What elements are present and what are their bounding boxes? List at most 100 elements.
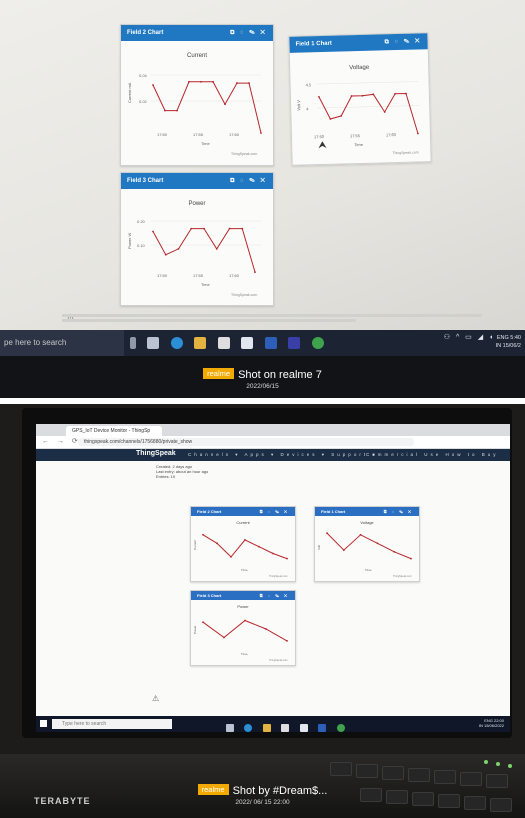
panel-title: Field 1 Chart [295,40,332,48]
y-tick: 0.04 [139,73,148,78]
taskbar-search-input[interactable]: pe here to search [0,330,124,356]
data-point [216,542,218,545]
app-icon[interactable] [318,724,327,732]
system-tray[interactable]: ⚇ ^ ▭ ◢ ◖ ENG 5:40 IN 15/06/2 [444,334,521,350]
teams-icon[interactable] [288,337,301,349]
x-tick: 17:60 [386,132,397,137]
panel-actions-icons[interactable]: ⧉ ◌ ✎ ✕ [260,591,289,600]
data-point [359,533,362,536]
mail-icon[interactable] [241,337,254,349]
panel-actions-icons[interactable]: ⧉ ◌ ✎ ✕ [384,507,413,516]
voltage-chart: Voltage Volt Time ThingSpeak.com [317,520,412,578]
chart-title: Current [187,53,207,59]
realme-brand-badge: realme [197,784,229,795]
y-tick: 4 [306,106,309,111]
browser-toolbar: ← → ⟳ thingspeak.com/channels/1756880/pr… [36,436,510,449]
watermark-text: Shot on realme 7 [238,369,322,381]
chart-credit: ThingSpeak.com [231,152,257,156]
chart-credit: ThingSpeak.com [393,575,412,578]
panel-title: Field 3 Chart [197,593,222,598]
app-icon[interactable] [264,337,277,349]
taskbar-search-input[interactable]: Type here to search [52,719,172,729]
data-point [393,550,396,553]
panel-title: Field 2 Chart [197,509,222,514]
chart-title: Current [236,520,250,525]
chrome-icon[interactable] [336,724,345,732]
data-point [361,94,364,97]
mouse-cursor-icon: ⮝ [318,140,327,151]
browser-tab[interactable]: GPS_IoT Device Monitor - ThingSp [66,426,162,436]
data-point [176,109,178,112]
nav-arrows-icon[interactable]: ← → ⟳ [42,437,81,445]
data-point [202,621,204,624]
x-tick: 17:55 [193,132,204,137]
x-tick: 17:50 [314,134,325,139]
realme-brand-badge: realme [203,368,235,379]
address-bar[interactable]: thingspeak.com/channels/1756880/private_… [78,438,414,446]
x-tick: 17:50 [157,132,168,137]
data-point [236,82,238,84]
chart-credit: ThingSpeak.com [269,575,288,578]
x-axis-label: Time [354,142,364,147]
series-line [326,532,412,560]
data-point [164,253,167,256]
data-point [244,619,246,622]
panel-actions-icons[interactable]: ⧉ ◌ ✎ ✕ [230,173,267,189]
browser-tab-strip: GPS_IoT Device Monitor - ThingSp [36,424,510,436]
x-tick: 17:50 [157,273,168,278]
data-point [230,556,232,558]
thingspeak-menu[interactable]: Channels ▾ Apps ▾ Devices ▾ Support ▾ [188,452,378,458]
panel-title: Field 2 Chart [127,30,164,36]
system-tray[interactable]: ENG 22:00 IN 15/06/2022 [479,718,504,728]
file-explorer-icon[interactable] [194,337,207,349]
voltage-chart: Voltage Volt V 4.5 4 17:50 17:55 17:60 T… [296,65,420,155]
windows-start-icon[interactable] [40,720,47,727]
field1-chart-panel: Field 1 Chart ⧉ ◌ ✎ ✕ Voltage Volt V 4.5… [288,32,432,166]
chrome-icon[interactable] [311,337,324,349]
current-chart: Current Current mA 0.04 0.02 17:50 17:55… [127,53,262,156]
microphone-icon[interactable] [130,337,136,349]
store-icon[interactable] [217,337,230,349]
data-point [202,533,204,536]
store-icon[interactable] [281,724,290,732]
file-explorer-icon[interactable] [262,724,271,732]
x-axis-label: Time [241,652,248,656]
data-point [342,549,345,551]
monitor-screen: Field 2 Chart ⧉ ◌ ✎ ✕ Current Current mA… [0,0,525,330]
data-point [203,227,205,230]
warning-icon: ⚠ [152,694,160,703]
x-axis-label: Time [241,568,248,572]
x-tick: 17:55 [350,133,361,138]
data-point [223,636,225,639]
edge-icon[interactable] [170,337,183,349]
data-point [376,542,379,545]
data-point [258,545,260,548]
task-view-icon[interactable] [226,724,234,732]
tray-region: IN [495,343,502,349]
edge-icon[interactable] [244,724,253,732]
tray-lang: ENG [496,335,509,341]
photo-bottom: GPS_IoT Device Monitor - ThingSp ← → ⟳ t… [0,404,525,818]
data-point [190,227,193,230]
data-point [188,80,190,83]
thingspeak-menu-right[interactable]: Commercial Use How to Buy [366,452,499,457]
panel-actions-icons[interactable]: ⧉ ◌ ✎ ✕ [230,25,267,41]
task-view-icon[interactable] [147,337,160,349]
chart-credit: ThingSpeak.com [269,659,288,662]
series-line [202,534,288,560]
photo-top: Field 2 Chart ⧉ ◌ ✎ ✕ Current Current mA… [0,0,525,398]
panel-actions-icons[interactable]: ⧉ ◌ ✎ ✕ [384,33,422,50]
data-point [215,248,218,250]
panel-actions-icons[interactable]: ⧉ ◌ ✎ ✕ [260,507,289,516]
data-point [164,109,166,112]
thingspeak-logo[interactable]: ThingSpeak [136,450,176,457]
data-point [326,532,328,534]
windows-taskbar: pe here to search ⚇ ^ ▭ ◢ ◖ ENG 5:40 IN … [0,330,525,356]
power-chart: Power Power Time ThingSpeak.com [193,604,288,662]
series-line [152,228,256,273]
mail-icon[interactable] [299,724,308,732]
data-point [254,271,256,273]
y-tick: 0.02 [139,99,148,104]
watermark-text: Shot by #Dream$... [232,785,328,797]
field1-chart-panel: Field 1 Chart ⧉ ◌ ✎ ✕ Voltage Volt Time T… [314,506,420,582]
